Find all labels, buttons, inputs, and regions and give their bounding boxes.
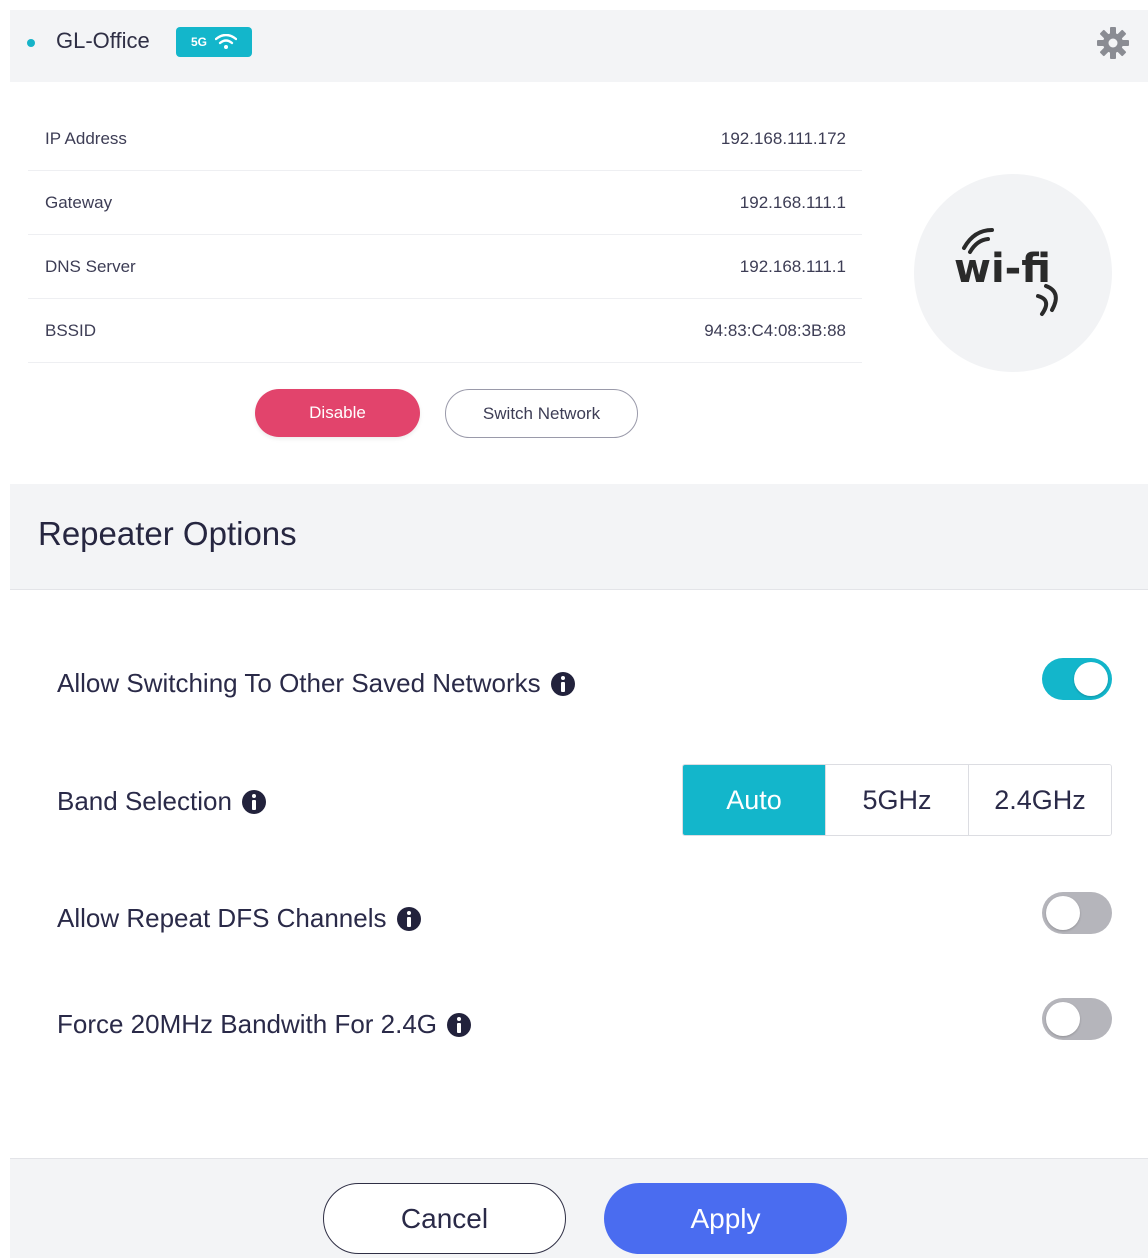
option-band-selection: Band Selection: [57, 786, 266, 817]
info-label: DNS Server: [45, 257, 136, 276]
connection-header: GL-Office 5G: [10, 10, 1148, 82]
band-badge: 5G: [176, 27, 252, 57]
option-dfs-channels: Allow Repeat DFS Channels: [57, 903, 421, 934]
info-row-ip-address: IP Address 192.168.111.172: [28, 108, 862, 171]
band-option-auto[interactable]: Auto: [683, 765, 826, 835]
wifi-signal-icon: [215, 34, 237, 49]
band-badge-label: 5G: [190, 35, 207, 49]
option-label: Allow Switching To Other Saved Networks: [57, 668, 541, 698]
repeater-options-header: Repeater Options: [10, 484, 1148, 590]
switch-network-button[interactable]: Switch Network: [445, 389, 638, 438]
info-value: 192.168.111.172: [720, 129, 846, 148]
info-label: BSSID: [45, 321, 97, 340]
ssid-label: GL-Office: [56, 28, 150, 53]
info-value: 192.168.111.1: [739, 193, 846, 212]
connected-status-dot: [27, 39, 35, 47]
toggle-knob: [1046, 1002, 1080, 1036]
option-label: Force 20MHz Bandwith For 2.4G: [57, 1009, 438, 1039]
band-option-5ghz[interactable]: 5GHz: [826, 765, 969, 835]
info-icon[interactable]: [447, 1012, 472, 1037]
dfs-channels-toggle[interactable]: [1042, 892, 1112, 934]
info-icon[interactable]: [396, 906, 421, 931]
allow-switching-toggle[interactable]: [1042, 658, 1112, 700]
info-label: IP Address: [45, 129, 127, 148]
info-label: Gateway: [45, 193, 113, 212]
band-option-2-4ghz[interactable]: 2.4GHz: [969, 765, 1111, 835]
info-value: 192.168.111.1: [739, 257, 846, 276]
gear-icon[interactable]: [1096, 26, 1130, 60]
footer-bar: [10, 1158, 1148, 1258]
band-selector: Auto 5GHz 2.4GHz: [682, 764, 1112, 836]
option-force-20mhz: Force 20MHz Bandwith For 2.4G: [57, 1009, 472, 1040]
wifi-logo: wi-fi: [914, 174, 1112, 372]
apply-button[interactable]: Apply: [604, 1183, 847, 1254]
toggle-knob: [1074, 662, 1108, 696]
section-title: Repeater Options: [38, 515, 297, 552]
disable-button[interactable]: Disable: [255, 389, 420, 437]
option-allow-switching: Allow Switching To Other Saved Networks: [57, 668, 575, 699]
wifi-logo-icon: wi-fi: [954, 228, 1058, 316]
info-row-bssid: BSSID 94:83:C4:08:3B:88: [28, 300, 862, 363]
info-icon[interactable]: [550, 671, 575, 696]
info-row-dns-server: DNS Server 192.168.111.1: [28, 236, 862, 299]
toggle-knob: [1046, 896, 1080, 930]
info-value: 94:83:C4:08:3B:88: [704, 321, 846, 340]
option-label: Allow Repeat DFS Channels: [57, 903, 387, 933]
option-label: Band Selection: [57, 786, 232, 816]
info-icon[interactable]: [241, 789, 266, 814]
info-row-gateway: Gateway 192.168.111.1: [28, 172, 862, 235]
force-20mhz-toggle[interactable]: [1042, 998, 1112, 1040]
cancel-button[interactable]: Cancel: [323, 1183, 566, 1254]
